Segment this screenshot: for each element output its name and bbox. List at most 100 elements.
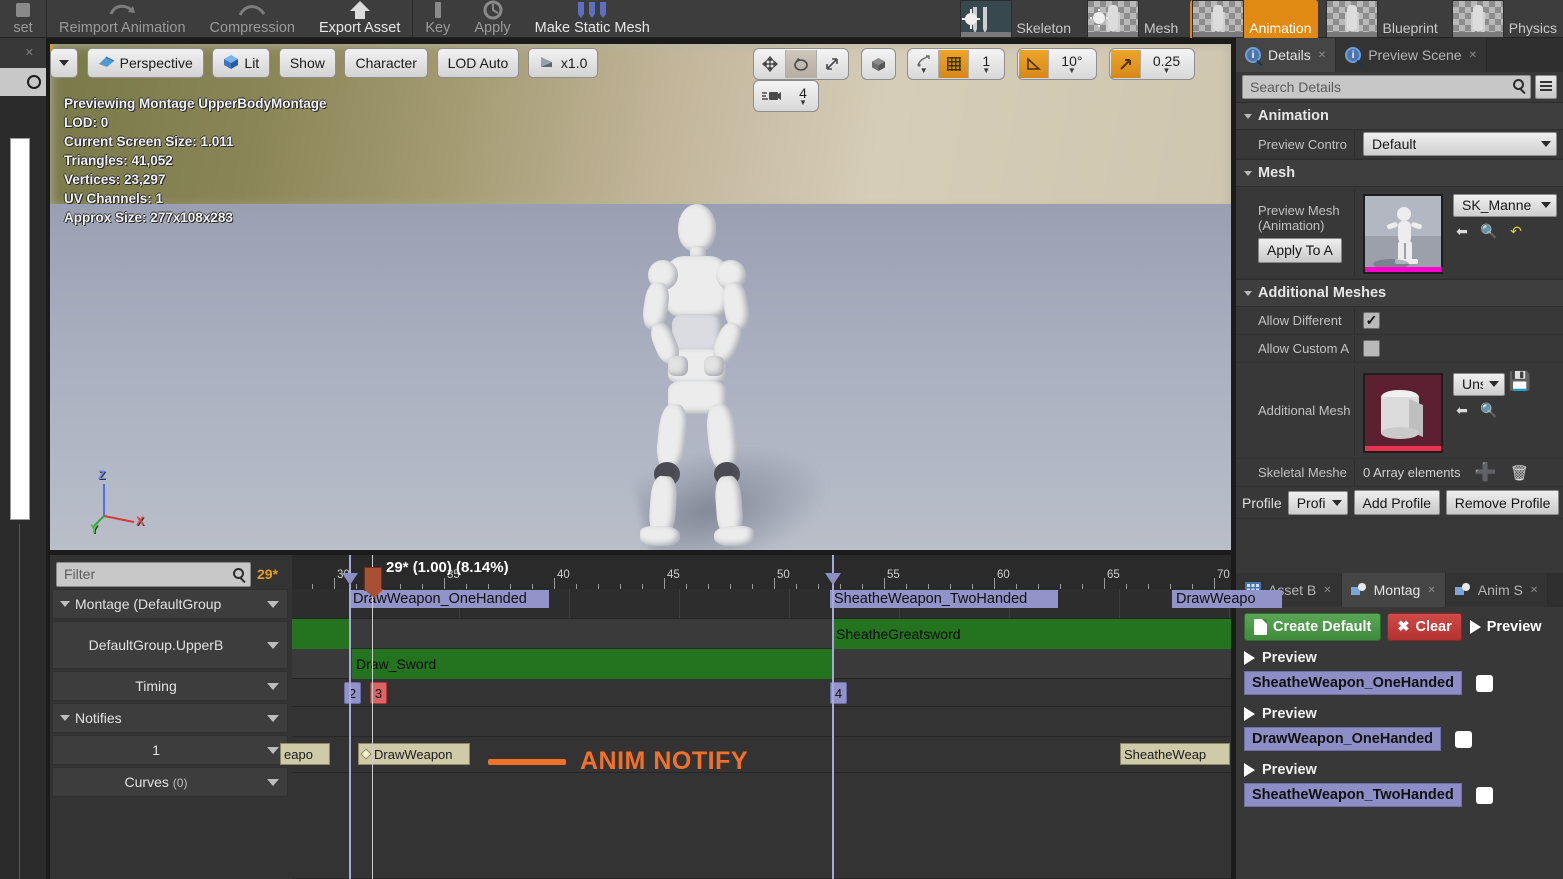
playhead-handle-icon[interactable]: [342, 573, 358, 585]
time-scrubber[interactable]: [364, 567, 382, 591]
camera-speed-icon[interactable]: [755, 82, 789, 110]
search-details-input[interactable]: Search Details: [1242, 75, 1531, 99]
scale-snap-value[interactable]: 0.25 ▼: [1141, 50, 1193, 78]
toolbar-item-apply[interactable]: Apply: [462, 0, 522, 38]
segment-bar-draw-sword[interactable]: Draw_Sword: [352, 649, 832, 679]
toolbar-item-make-static-mesh[interactable]: Make Static Mesh: [523, 0, 662, 38]
slot-name-sheathe-weapon-onehanded[interactable]: SheatheWeapon_OneHanded: [1244, 671, 1462, 695]
playback-speed-button[interactable]: x1.0: [527, 48, 599, 78]
track-menu-icon[interactable]: [259, 778, 287, 786]
notify-chip-drawweapon[interactable]: DrawWeapon: [358, 743, 470, 765]
preview-mesh-thumbnail[interactable]: [1363, 193, 1443, 274]
category-animation[interactable]: Animation: [1236, 102, 1563, 130]
additional-mesh-combo[interactable]: Unsa: [1453, 372, 1505, 396]
slot-checkbox[interactable]: [1455, 730, 1473, 748]
track-curves[interactable]: Curves (0): [52, 767, 288, 797]
preview-button[interactable]: Preview: [1468, 613, 1544, 641]
allow-different-skeletons-checkbox[interactable]: ✓: [1363, 312, 1380, 329]
slot-track-upperbody[interactable]: SheatheGreatsword: [292, 619, 1231, 649]
add-profile-button[interactable]: Add Profile: [1353, 490, 1440, 515]
slot-preview-row[interactable]: Preview: [1236, 703, 1563, 725]
track-notifies[interactable]: Notifies: [52, 703, 288, 733]
chevron-down-icon[interactable]: [60, 601, 70, 607]
additional-mesh-thumbnail[interactable]: [1363, 372, 1443, 453]
slot-checkbox[interactable]: [1475, 674, 1493, 692]
segment-bar-sheathegreatsword[interactable]: SheatheGreatsword: [832, 619, 1231, 649]
remove-profile-button[interactable]: Remove Profile: [1445, 490, 1559, 515]
toolbar-item-export-asset[interactable]: Export Asset: [307, 0, 412, 38]
save-icon[interactable]: 💾: [1509, 371, 1531, 391]
slot-checkbox[interactable]: [1475, 786, 1493, 804]
preview-mannequin[interactable]: [610, 204, 780, 550]
notifies-header-row[interactable]: [292, 707, 1231, 737]
slot-preview-row[interactable]: Preview: [1236, 647, 1563, 669]
timeline-filter-input[interactable]: Filter: [56, 561, 251, 587]
track-menu-icon[interactable]: [259, 641, 287, 649]
notify-row-1[interactable]: eapo DrawWeapon SheatheWeap: [280, 737, 1231, 773]
create-default-button[interactable]: Create Default: [1244, 613, 1382, 641]
angle-snap-icon[interactable]: [1018, 50, 1049, 78]
mode-tab-blueprint[interactable]: Blueprint: [1324, 0, 1444, 38]
track-montage[interactable]: Montage (DefaultGroup: [52, 589, 288, 619]
profile-combo[interactable]: Profi: [1287, 490, 1348, 515]
toolbar-item-asset[interactable]: set: [0, 0, 46, 38]
clear-button[interactable]: ✖ Clear: [1387, 613, 1462, 641]
scale-gizmo-icon[interactable]: [817, 50, 847, 78]
allow-custom-animation-checkbox[interactable]: [1363, 340, 1380, 357]
viewport[interactable]: Previewing Montage UpperBodyMontage LOD:…: [50, 44, 1231, 550]
timing-marker-2[interactable]: 2: [344, 682, 361, 704]
grid-snap-value[interactable]: 1 ▼: [969, 50, 1003, 78]
view-mode-button[interactable]: Lit: [212, 48, 271, 78]
playhead-right[interactable]: [825, 555, 841, 879]
chevron-down-icon[interactable]: ▼: [920, 66, 928, 74]
chevron-down-icon[interactable]: [60, 715, 70, 721]
track-notify-1[interactable]: 1: [52, 735, 288, 765]
track-menu-icon[interactable]: [259, 714, 287, 722]
notify-chip-sheatheweapon[interactable]: SheatheWeap: [1120, 743, 1230, 765]
segment-bar[interactable]: [292, 619, 350, 649]
tab-details[interactable]: i Details ✕: [1236, 38, 1337, 72]
playhead-left[interactable]: [342, 555, 358, 879]
viewport-options-button[interactable]: [50, 48, 78, 78]
toolbar-item-reimport-animation[interactable]: Reimport Animation: [47, 0, 198, 38]
surface-snap-icon[interactable]: ▼: [909, 50, 940, 78]
move-gizmo-icon[interactable]: [755, 50, 786, 78]
category-mesh[interactable]: Mesh: [1236, 159, 1563, 187]
apply-to-asset-button[interactable]: Apply To A: [1258, 237, 1342, 263]
slot-preview-row[interactable]: Preview: [1236, 759, 1563, 781]
tab-montage[interactable]: Montag ✕: [1341, 573, 1446, 607]
segment-label-drawweapon[interactable]: DrawWeapo: [1172, 590, 1282, 608]
close-icon[interactable]: ✕: [1469, 50, 1477, 61]
rotate-gizmo-icon[interactable]: [786, 50, 817, 78]
world-space-icon[interactable]: [863, 50, 894, 78]
mode-tab-skeleton[interactable]: Skeleton: [958, 0, 1077, 38]
close-icon[interactable]: ✕: [1427, 585, 1435, 596]
mode-tab-physics[interactable]: Physics: [1450, 0, 1563, 38]
camera-speed-value[interactable]: 4 ▼: [789, 82, 817, 110]
browse-search-icon[interactable]: 🔍: [1480, 223, 1498, 241]
timing-marker-row[interactable]: 2 3 4: [292, 679, 1231, 707]
browse-search-icon[interactable]: 🔍: [1480, 402, 1498, 420]
mode-tab-mesh[interactable]: Mesh: [1085, 0, 1184, 38]
toolbar-item-compression[interactable]: Compression: [198, 0, 307, 38]
track-timing[interactable]: Timing: [52, 671, 288, 701]
browse-back-icon[interactable]: ⬅: [1453, 402, 1471, 420]
browse-back-icon[interactable]: ⬅: [1453, 223, 1471, 241]
track-menu-icon[interactable]: [259, 600, 287, 608]
left-panel-tab[interactable]: ✕: [0, 38, 46, 68]
timeline-grid[interactable]: 30 35 40 45 50 55 60 65 70 DrawWeapon_OneHanded …: [280, 555, 1282, 879]
tab-preview-scene[interactable]: i Preview Scene ✕: [1336, 38, 1487, 72]
close-icon[interactable]: ✕: [1530, 585, 1538, 596]
track-defaultgroup-upperbody[interactable]: DefaultGroup.UpperB: [52, 621, 288, 669]
close-icon[interactable]: ✕: [1323, 585, 1331, 596]
slot-name-draw-weapon-onehanded[interactable]: DrawWeapon_OneHanded: [1244, 727, 1442, 751]
slot-track-draw-sword[interactable]: Draw_Sword: [292, 649, 1231, 679]
curves-row[interactable]: [292, 773, 1231, 879]
notify-chip-drawweapon-partial[interactable]: eapo: [280, 743, 330, 765]
left-panel-search[interactable]: [0, 68, 46, 96]
character-menu-button[interactable]: Character: [344, 48, 428, 78]
left-panel-list[interactable]: [10, 138, 30, 520]
preview-mesh-combo[interactable]: SK_Manne: [1453, 193, 1557, 217]
grid-snap-icon[interactable]: [939, 50, 970, 78]
track-menu-icon[interactable]: [259, 682, 287, 690]
